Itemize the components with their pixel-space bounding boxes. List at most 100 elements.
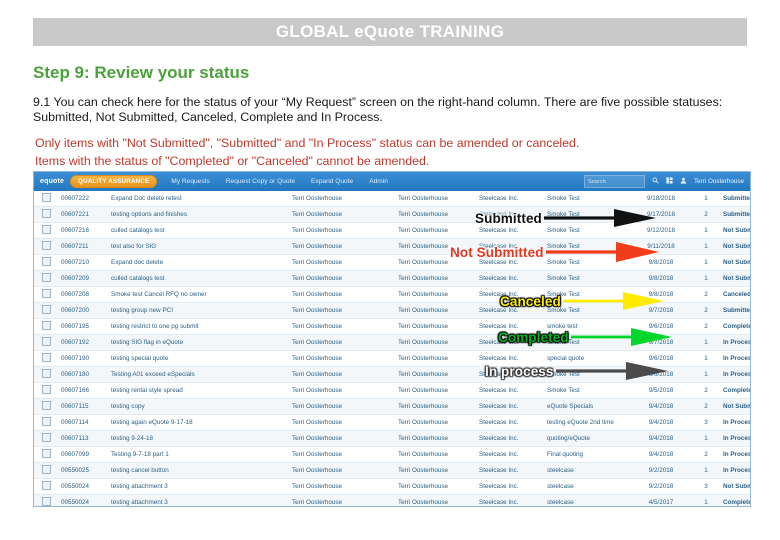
cell-description[interactable]: Testing 9-7-18 part 1 — [108, 446, 264, 463]
row-checkbox[interactable] — [41, 209, 51, 218]
row-checkbox[interactable] — [41, 289, 51, 298]
row-checkbox-cell[interactable] — [34, 270, 58, 287]
cell-description[interactable]: testing copy — [108, 398, 264, 415]
row-checkbox-cell[interactable] — [34, 254, 58, 271]
cell-request-id[interactable]: 00607216 — [58, 222, 108, 239]
row-checkbox-cell[interactable] — [34, 191, 58, 207]
table-row[interactable]: 00607166 testing rental style spread Terri… — [34, 382, 750, 399]
cell-request-id[interactable]: 00607222 — [58, 191, 108, 207]
cell-description[interactable]: Testing A01 exceed eSpecials — [108, 366, 264, 383]
cell-description[interactable]: testing attachment 3 — [108, 478, 264, 495]
cell-request-id[interactable]: 00607209 — [58, 270, 108, 287]
table-row[interactable]: 00607099 Testing 9-7-18 part 1 Terri Ooste… — [34, 446, 750, 463]
user-name-label[interactable]: Terri Oosterhouse — [694, 178, 744, 185]
cell-request-id[interactable]: 00607099 — [58, 446, 108, 463]
row-checkbox[interactable] — [41, 449, 51, 458]
status-badge: Completed — [720, 494, 750, 506]
cell-request-id[interactable]: 00550024 — [58, 494, 108, 506]
row-checkbox-cell[interactable] — [34, 398, 58, 415]
row-checkbox-cell[interactable] — [34, 222, 58, 239]
cell-request-id[interactable]: 00607166 — [58, 382, 108, 399]
table-row[interactable]: 00607209 culled catalogs test Terri Ooster… — [34, 270, 750, 287]
cell-request-id[interactable]: 00607221 — [58, 206, 108, 223]
nav-item-expand-quote[interactable]: Expand Quote — [311, 178, 353, 185]
row-checkbox-cell[interactable] — [34, 238, 58, 255]
cell-request-id[interactable]: 00607195 — [58, 318, 108, 335]
row-checkbox[interactable] — [41, 257, 51, 266]
cell-request-id[interactable]: 00550024 — [58, 478, 108, 495]
cell-description[interactable]: testing rental style spread — [108, 382, 264, 399]
row-checkbox[interactable] — [41, 273, 51, 282]
row-checkbox-cell[interactable] — [34, 382, 58, 399]
row-checkbox[interactable] — [41, 497, 51, 506]
grid-view-icon[interactable] — [666, 177, 673, 186]
row-checkbox-cell[interactable] — [34, 478, 58, 495]
nav-item-request-copy-or-quote[interactable]: Request Copy or Quote — [226, 178, 295, 185]
user-avatar-icon[interactable] — [680, 177, 687, 186]
cell-description[interactable]: testing again eQuote 9-17-18 — [108, 414, 264, 431]
row-checkbox[interactable] — [41, 385, 51, 394]
cell-request-id[interactable]: 00607192 — [58, 334, 108, 351]
row-checkbox-cell[interactable] — [34, 302, 58, 319]
cell-description[interactable]: testing options and finishes — [108, 206, 264, 223]
cell-request-id[interactable]: 00607114 — [58, 414, 108, 431]
row-checkbox-cell[interactable] — [34, 350, 58, 367]
cell-request-id[interactable]: 00607190 — [58, 350, 108, 367]
row-checkbox[interactable] — [41, 401, 51, 410]
cell-description[interactable]: Expand Doc delete retest — [108, 191, 264, 207]
cell-description[interactable]: testing special quote — [108, 350, 264, 367]
cell-request-id[interactable]: 00607210 — [58, 254, 108, 271]
cell-description[interactable]: Expand doc delete — [108, 254, 264, 271]
row-checkbox[interactable] — [41, 481, 51, 490]
row-checkbox[interactable] — [41, 369, 51, 378]
row-checkbox-cell[interactable] — [34, 206, 58, 223]
cell-request-id[interactable]: 00607211 — [58, 238, 108, 255]
cell-description[interactable]: test also for SIG — [108, 238, 264, 255]
nav-item-admin[interactable]: Admin — [369, 178, 388, 185]
cell-description[interactable]: testing 9-24-18 — [108, 430, 264, 447]
table-row[interactable]: 00607113 testing 9-24-18 Terri Oosterhouse… — [34, 430, 750, 447]
equote-logo[interactable]: equote — [40, 178, 64, 185]
row-checkbox[interactable] — [41, 353, 51, 362]
table-row[interactable]: 00550024 testing attachment 3 Terri Ooster… — [34, 494, 750, 506]
cell-request-id[interactable]: 00607115 — [58, 398, 108, 415]
cell-description[interactable]: testing cancel button — [108, 462, 264, 479]
cell-description[interactable]: testing group new PCI — [108, 302, 264, 319]
search-icon[interactable] — [652, 177, 659, 186]
row-checkbox[interactable] — [41, 337, 51, 346]
cell-request-id[interactable]: 00607200 — [58, 302, 108, 319]
row-checkbox[interactable] — [41, 241, 51, 250]
row-checkbox[interactable] — [41, 321, 51, 330]
row-checkbox-cell[interactable] — [34, 462, 58, 479]
cell-request-id[interactable]: 00607180 — [58, 366, 108, 383]
table-row[interactable]: 00607115 testing copy Terri Oosterhouse Ter… — [34, 398, 750, 415]
row-checkbox[interactable] — [41, 305, 51, 314]
row-checkbox-cell[interactable] — [34, 318, 58, 335]
row-checkbox[interactable] — [41, 193, 51, 202]
cell-request-id[interactable]: 00607113 — [58, 430, 108, 447]
table-row[interactable]: 00550025 testing cancel button Terri Ooste… — [34, 462, 750, 479]
row-checkbox-cell[interactable] — [34, 366, 58, 383]
row-checkbox-cell[interactable] — [34, 430, 58, 447]
cell-description[interactable]: culled catalogs test — [108, 222, 264, 239]
row-checkbox-cell[interactable] — [34, 286, 58, 303]
row-checkbox[interactable] — [41, 465, 51, 474]
cell-description[interactable]: Smoke test Cancel RFQ no owner — [108, 286, 264, 303]
row-checkbox[interactable] — [41, 417, 51, 426]
row-checkbox-cell[interactable] — [34, 414, 58, 431]
row-checkbox-cell[interactable] — [34, 446, 58, 463]
row-checkbox-cell[interactable] — [34, 494, 58, 506]
cell-request-id[interactable]: 00550025 — [58, 462, 108, 479]
row-checkbox[interactable] — [41, 225, 51, 234]
row-checkbox-cell[interactable] — [34, 334, 58, 351]
cell-description[interactable]: culled catalogs test — [108, 270, 264, 287]
cell-description[interactable]: testing SIG flag in eQuote — [108, 334, 264, 351]
table-row[interactable]: 00607114 testing again eQuote 9-17-18 Terr… — [34, 414, 750, 431]
nav-item-my-requests[interactable]: My Requests — [171, 178, 209, 185]
cell-request-id[interactable]: 00607208 — [58, 286, 108, 303]
cell-description[interactable]: testing attachment 3 — [108, 494, 264, 506]
row-checkbox[interactable] — [41, 433, 51, 442]
cell-description[interactable]: testing restrict to one pg submit — [108, 318, 264, 335]
search-input[interactable]: Search — [583, 175, 645, 188]
table-row[interactable]: 00550024 testing attachment 3 Terri Ooster… — [34, 478, 750, 495]
